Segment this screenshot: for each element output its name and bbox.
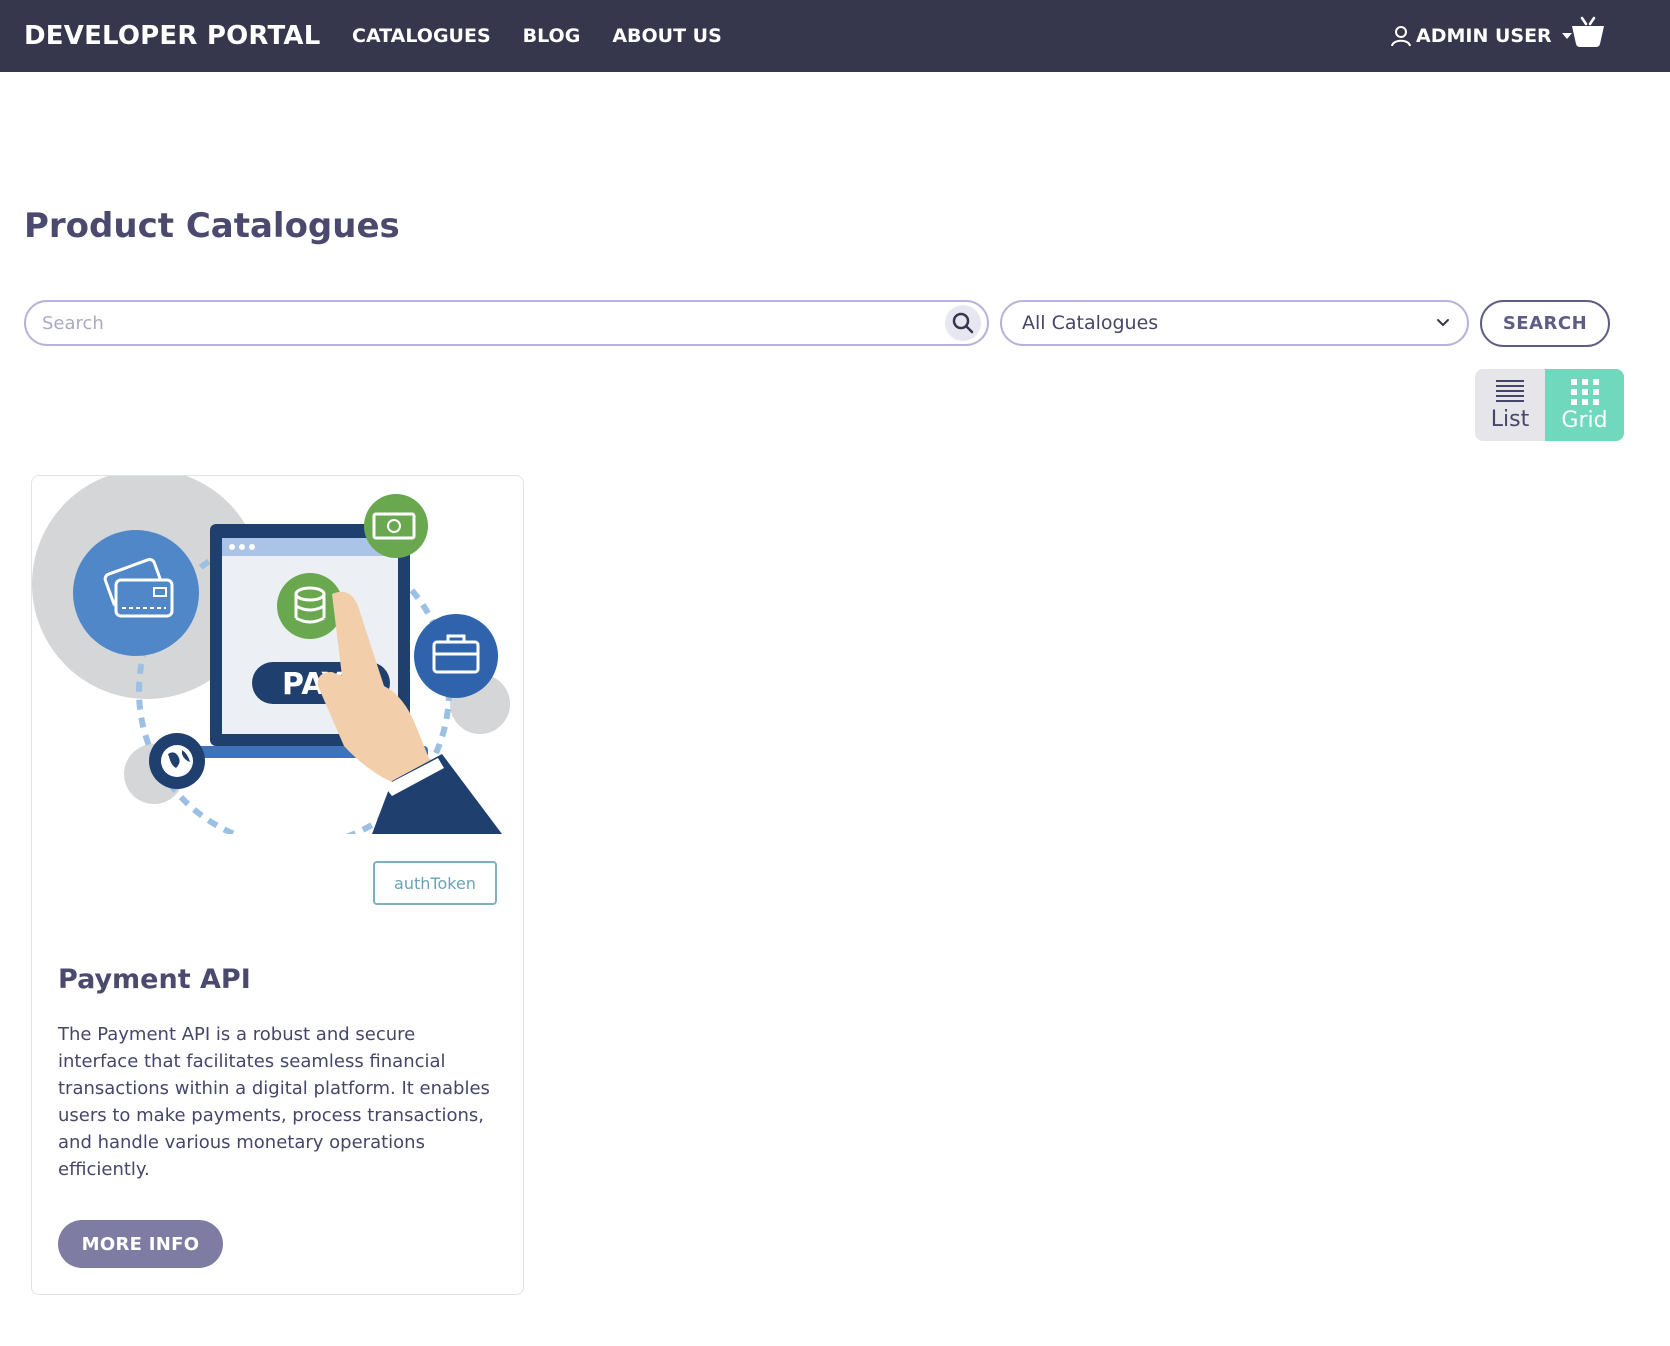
nav-link-about-us[interactable]: ABOUT US [612, 25, 721, 47]
search-input[interactable] [42, 302, 922, 344]
more-info-button[interactable]: MORE INFO [58, 1220, 223, 1268]
grid-view-label: Grid [1561, 407, 1608, 433]
payment-illustration: PAY [32, 476, 510, 834]
chevron-down-icon [1437, 319, 1449, 327]
catalogue-select-value: All Catalogues [1022, 312, 1159, 334]
nav-link-catalogues[interactable]: CATALOGUES [352, 25, 491, 47]
search-field [24, 300, 989, 346]
top-navigation: DEVELOPER PORTAL CATALOGUES BLOG ABOUT U… [0, 0, 1670, 72]
brand-logo[interactable]: DEVELOPER PORTAL [24, 0, 320, 72]
page-title: Product Catalogues [24, 206, 400, 246]
nav-links: CATALOGUES BLOG ABOUT US [352, 0, 754, 72]
auth-tag: authToken [373, 861, 497, 905]
view-toggle: List Grid [1475, 369, 1624, 441]
card-description: The Payment API is a robust and secure i… [58, 1024, 490, 1180]
user-menu[interactable]: ADMIN USER [1390, 0, 1572, 72]
card-title: Payment API [58, 964, 251, 995]
user-icon [1391, 26, 1411, 47]
list-view-button[interactable]: List [1475, 369, 1545, 441]
search-icon[interactable] [945, 305, 981, 341]
grid-view-button[interactable]: Grid [1545, 369, 1624, 441]
user-menu-label: ADMIN USER [1416, 25, 1552, 47]
list-view-label: List [1490, 406, 1530, 432]
basket-icon[interactable] [1570, 14, 1606, 50]
list-icon [1496, 379, 1524, 402]
catalogue-select[interactable]: All Catalogues [1000, 300, 1469, 346]
nav-link-blog[interactable]: BLOG [523, 25, 581, 47]
product-card: PAY authToken Payment API The Payment AP… [31, 475, 524, 1295]
search-button[interactable]: SEARCH [1480, 300, 1610, 347]
grid-icon [1570, 378, 1599, 405]
